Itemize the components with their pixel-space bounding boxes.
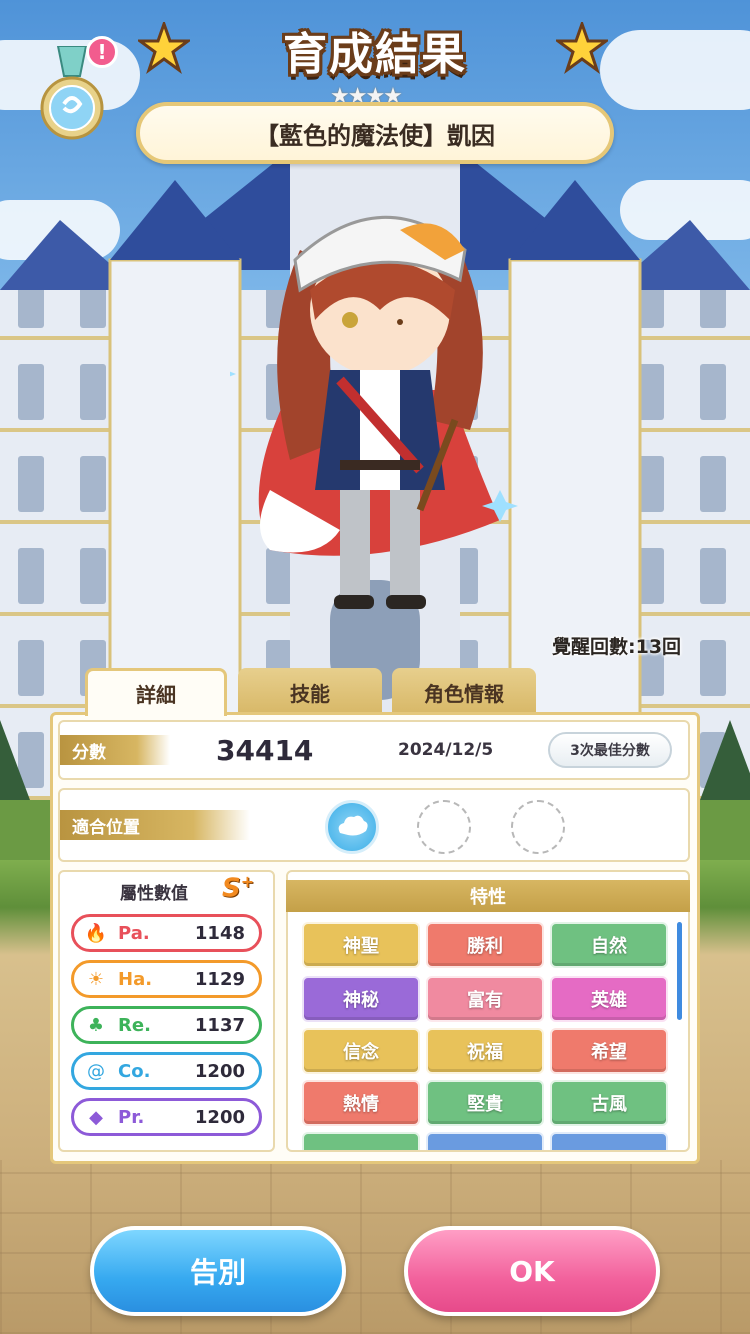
clover-icon: ♣ xyxy=(87,1014,105,1036)
swirl-icon: @ xyxy=(87,1060,105,1082)
attribute-value: 1200 xyxy=(194,1060,245,1082)
trait-badge xyxy=(550,1132,668,1150)
trait-badge: 英雄 xyxy=(550,976,668,1022)
farewell-button[interactable]: 告別 xyxy=(90,1226,346,1316)
trait-badge: 熱情 xyxy=(302,1080,420,1126)
attribute-value: 1148 xyxy=(194,922,245,944)
trait-badge: 勝利 xyxy=(426,922,544,968)
attribute-name: Ha. xyxy=(118,968,153,990)
traits-title: 特性 xyxy=(286,880,690,912)
character-name-banner: 【藍色的魔法使】凱因 xyxy=(136,102,614,164)
trait-badge xyxy=(302,1132,420,1150)
ok-button[interactable]: OK xyxy=(404,1226,660,1316)
trait-badge: 富有 xyxy=(426,976,544,1022)
tab-character-info[interactable]: 角色情報 xyxy=(392,668,536,716)
sun-icon: ☀ xyxy=(87,968,105,990)
rank-badge: S+ xyxy=(222,872,254,904)
tab-skills[interactable]: 技能 xyxy=(238,668,382,716)
flame-icon: 🔥 xyxy=(84,922,108,944)
traits-list[interactable]: 神聖 勝利 自然 神秘 富有 英雄 信念 祝福 希望 熱情 堅貴 古風 xyxy=(296,918,676,1150)
trait-badge: 古風 xyxy=(550,1080,668,1126)
cloud-icon xyxy=(338,815,368,836)
rank-plus: + xyxy=(240,872,255,891)
attribute-re: ♣ Re. 1137 xyxy=(71,1006,262,1044)
score-date: 2024/12/5 xyxy=(398,740,494,760)
trait-badge: 神聖 xyxy=(302,922,420,968)
position-label: 適合位置 xyxy=(60,810,250,840)
character-illustration xyxy=(230,215,518,609)
trait-badge: 神秘 xyxy=(302,976,420,1022)
traits-scrollbar[interactable] xyxy=(677,922,682,1020)
attribute-co: @ Co. 1200 xyxy=(71,1052,262,1090)
trait-badge: 希望 xyxy=(550,1028,668,1074)
attribute-ha: ☀ Ha. 1129 xyxy=(71,960,262,998)
attribute-value: 1200 xyxy=(194,1106,245,1128)
position-slot-empty xyxy=(511,800,565,854)
score-label: 分數 xyxy=(60,735,170,765)
attribute-value: 1129 xyxy=(194,968,245,990)
best-score-button[interactable]: 3次最佳分數 xyxy=(548,732,672,768)
diamond-icon: ◆ xyxy=(89,1106,103,1128)
attributes-title: 屬性數值 xyxy=(120,884,188,904)
attribute-name: Re. xyxy=(118,1014,151,1036)
attribute-name: Pa. xyxy=(118,922,150,944)
attribute-value: 1137 xyxy=(194,1014,245,1036)
awakening-count: 覺醒回數:13回 xyxy=(552,636,682,658)
attribute-name: Pr. xyxy=(118,1106,145,1128)
attribute-name: Co. xyxy=(118,1060,151,1082)
position-slot-filled xyxy=(325,800,379,854)
tab-details[interactable]: 詳細 xyxy=(85,668,227,716)
position-slot-empty xyxy=(417,800,471,854)
trait-badge: 祝福 xyxy=(426,1028,544,1074)
trait-badge: 信念 xyxy=(302,1028,420,1074)
trait-badge: 自然 xyxy=(550,922,668,968)
trait-badge xyxy=(426,1132,544,1150)
trait-badge: 堅貴 xyxy=(426,1080,544,1126)
rank-letter: S xyxy=(222,873,241,904)
attribute-pa: 🔥 Pa. 1148 xyxy=(71,914,262,952)
score-value: 34414 xyxy=(216,734,314,767)
notification-badge: ! xyxy=(86,36,118,68)
attribute-pr: ◆ Pr. 1200 xyxy=(71,1098,262,1136)
